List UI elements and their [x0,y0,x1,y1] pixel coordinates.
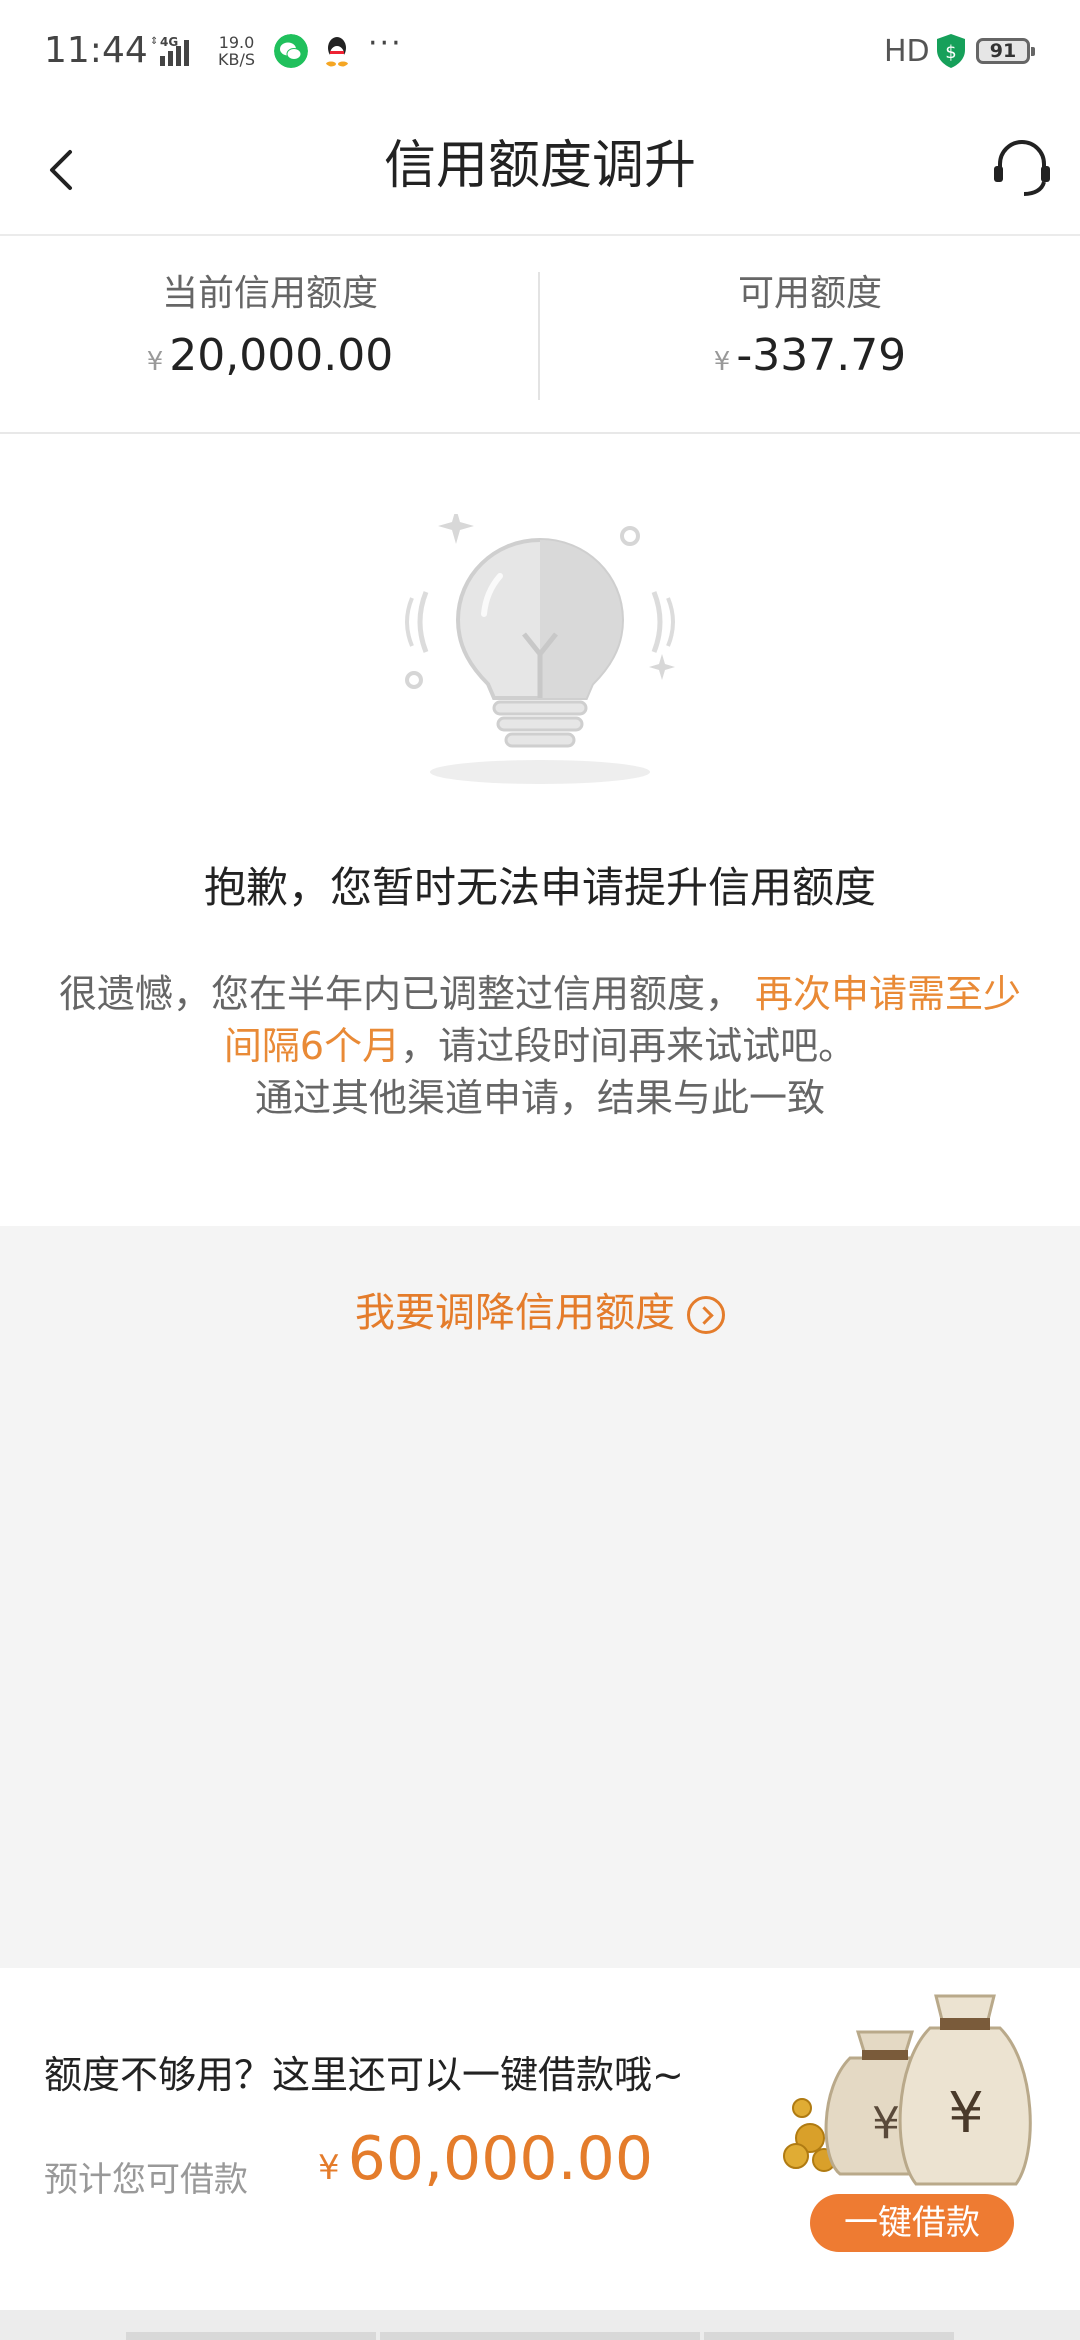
circle-arrow-right-icon [687,1296,725,1334]
result-message-section: 抱歉，您暂时无法申请提升信用额度 很遗憾，您在半年内已调整过信用额度， 再次申请… [0,434,1080,1226]
money-bags-icon: ¥ ¥ [783,1994,1032,2186]
svg-text:⇕: ⇕ [150,36,158,47]
network-speed-value: 19.0 [218,33,255,52]
lightbulb-icon [405,514,675,784]
network-speed: 19.0 KB/S [218,34,255,68]
credit-limits-panel: 当前信用额度 ¥20,000.00 可用额度 ¥ -337.79 [0,236,1080,434]
currency-symbol: ¥ [146,347,164,377]
reduce-limit-label: 我要调降信用额度 [355,1290,675,1336]
svg-text:$: $ [945,42,956,63]
status-bar: 11:44 ⇕ 4G 19.0 KB/S ··· HD $ 91 [0,0,1080,104]
status-more: ··· [368,26,403,61]
signal-icon: ⇕ 4G [150,35,189,66]
bottom-segment [704,2332,954,2340]
network-speed-unit: KB/S [218,50,256,69]
available-limit-value-row: ¥ -337.79 [540,330,1080,381]
bottom-segment [380,2332,700,2340]
loan-promo-card[interactable]: 额度不够用？这里还可以一键借款哦~ 预计您可借款 ¥60,000.00 ¥ ¥ … [0,1968,1080,2310]
message-body-line3: 通过其他渠道申请，结果与此一致 [254,1076,825,1120]
current-limit-value: 20,000.00 [169,330,394,381]
svg-text:¥: ¥ [948,2081,984,2146]
nav-bar: 信用额度调升 [0,104,1080,236]
currency-symbol: ¥ [713,347,731,377]
loan-estimate-label: 预计您可借款 [44,2160,248,2200]
loan-amount: ¥60,000.00 [318,2124,653,2194]
status-time: 11:44 [44,30,148,71]
available-limit: 可用额度 ¥ -337.79 [540,236,1080,381]
current-limit-label: 当前信用额度 [161,273,378,314]
reduce-limit-link[interactable]: 我要调降信用额度 [0,1280,1080,1338]
one-click-loan-button[interactable]: 一键借款 [810,2194,1014,2252]
bottom-strip [0,2310,1080,2340]
svg-text:4G: 4G [160,35,178,49]
message-body-text: ，请过段时间再来试试吧。 [400,1024,857,1068]
page-title: 信用额度调升 [383,136,696,196]
shield-icon: $ [937,34,965,68]
loan-question: 额度不够用？这里还可以一键借款哦~ [44,2053,684,2097]
message-body: 很遗憾，您在半年内已调整过信用额度， 再次申请需至少间隔6个月，请过段时间再来试… [50,968,1030,1124]
qq-icon [326,37,348,67]
currency-symbol: ¥ [318,2148,340,2188]
current-limit: 当前信用额度 ¥20,000.00 [0,236,540,381]
current-limit-value-row: ¥20,000.00 [0,330,540,381]
available-limit-label: 可用额度 [737,273,882,314]
wechat-icon [274,34,308,68]
svg-text:¥: ¥ [872,2098,900,2149]
hd-indicator: HD [884,34,930,69]
bottom-segment [126,2332,376,2340]
message-title: 抱歉，您暂时无法申请提升信用额度 [203,863,876,912]
battery-icon: 91 [976,38,1035,64]
message-body-text: 很遗憾，您在半年内已调整过信用额度， [58,972,743,1016]
headset-icon[interactable] [990,132,1054,202]
available-limit-value: -337.79 [736,330,907,381]
loan-amount-value: 60,000.00 [347,2124,654,2194]
